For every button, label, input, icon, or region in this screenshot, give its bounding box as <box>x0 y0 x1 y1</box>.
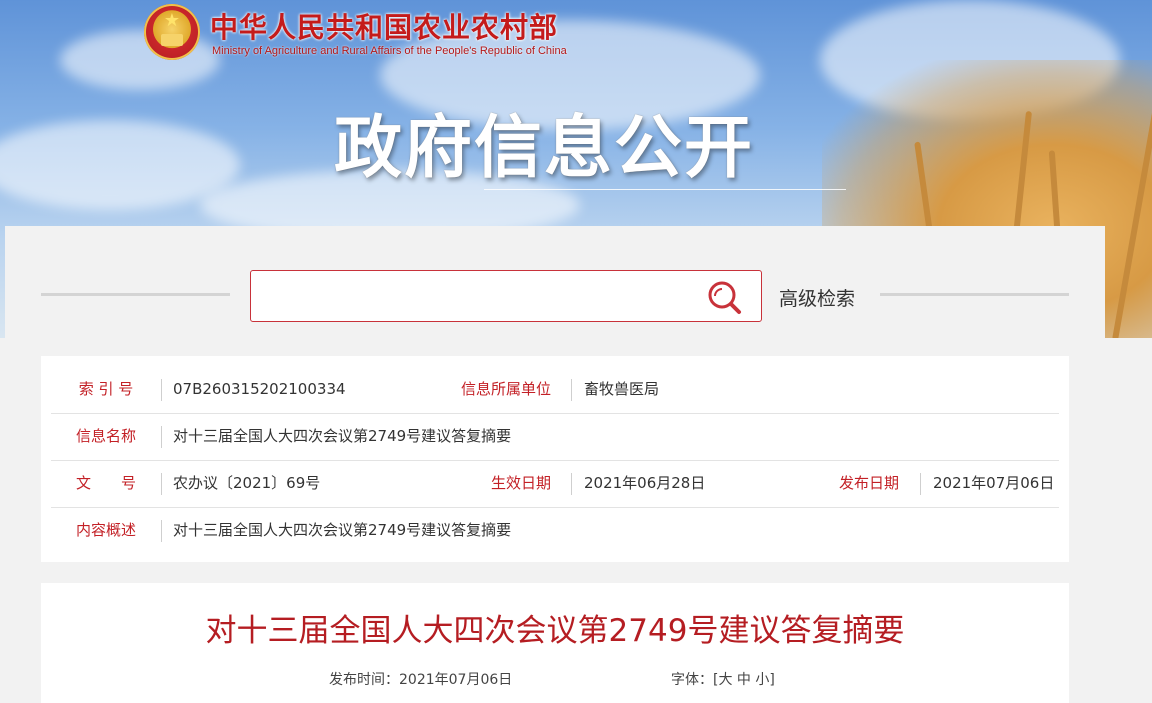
font-large-button[interactable]: 大 <box>718 672 732 688</box>
national-emblem-icon[interactable]: ★ <box>144 4 200 60</box>
name-value: 对十三届全国人大四次会议第2749号建议答复摘要 <box>173 427 512 445</box>
search-divider-right <box>880 293 1069 296</box>
font-bracket-close: ] <box>769 672 775 688</box>
banner-divider <box>484 189 846 190</box>
font-medium-button[interactable]: 中 <box>737 672 751 688</box>
font-small-button[interactable]: 小 <box>755 672 769 688</box>
publish-date-value: 2021年07月06日 <box>933 474 1055 492</box>
publish-time-label: 发布时间： <box>329 672 399 688</box>
search-box[interactable] <box>250 270 762 322</box>
publish-time: 发布时间：2021年07月06日 <box>329 669 512 689</box>
main-panel: 高级检索 索 引 号 07B260315202100334 信息所属单位 畜牧兽… <box>5 226 1105 703</box>
search-input[interactable] <box>263 281 687 313</box>
font-size-controls: 字体：[大 中 小] <box>671 669 775 689</box>
publish-time-value: 2021年07月06日 <box>399 672 513 688</box>
font-size-label: 字体： <box>671 672 713 688</box>
unit-value: 畜牧兽医局 <box>584 380 660 398</box>
info-table: 索 引 号 07B260315202100334 信息所属单位 畜牧兽医局 信息… <box>41 356 1069 562</box>
index-label: 索 引 号 <box>78 380 134 398</box>
advanced-search-link[interactable]: 高级检索 <box>779 284 855 311</box>
article-header: 对十三届全国人大四次会议第2749号建议答复摘要 发布时间：2021年07月06… <box>41 583 1069 703</box>
unit-label: 信息所属单位 <box>460 380 551 398</box>
publish-date-label: 发布日期 <box>838 474 899 492</box>
summary-value: 对十三届全国人大四次会议第2749号建议答复摘要 <box>173 521 512 539</box>
name-label: 信息名称 <box>75 427 136 445</box>
search-divider-left <box>41 293 230 296</box>
search-icon[interactable] <box>707 280 743 316</box>
site-title[interactable]: 中华人民共和国农业农村部 <box>210 6 558 46</box>
banner-title: 政府信息公开 <box>334 109 755 188</box>
article-title: 对十三届全国人大四次会议第2749号建议答复摘要 <box>205 613 905 649</box>
summary-label: 内容概述 <box>75 521 136 539</box>
effective-date-value: 2021年06月28日 <box>584 474 706 492</box>
info-row-doc: 文 号 农办议〔2021〕69号 生效日期 2021年06月28日 发布日期 2… <box>51 460 1059 508</box>
doc-number-label: 文 号 <box>75 474 136 492</box>
index-value: 07B260315202100334 <box>173 380 346 398</box>
site-subtitle: Ministry of Agriculture and Rural Affair… <box>212 45 567 57</box>
info-row-name: 信息名称 对十三届全国人大四次会议第2749号建议答复摘要 <box>51 413 1059 461</box>
info-row-summary: 内容概述 对十三届全国人大四次会议第2749号建议答复摘要 <box>51 507 1059 554</box>
info-row-index: 索 引 号 07B260315202100334 信息所属单位 畜牧兽医局 <box>51 366 1059 414</box>
effective-date-label: 生效日期 <box>490 474 551 492</box>
doc-number-value: 农办议〔2021〕69号 <box>173 474 321 492</box>
